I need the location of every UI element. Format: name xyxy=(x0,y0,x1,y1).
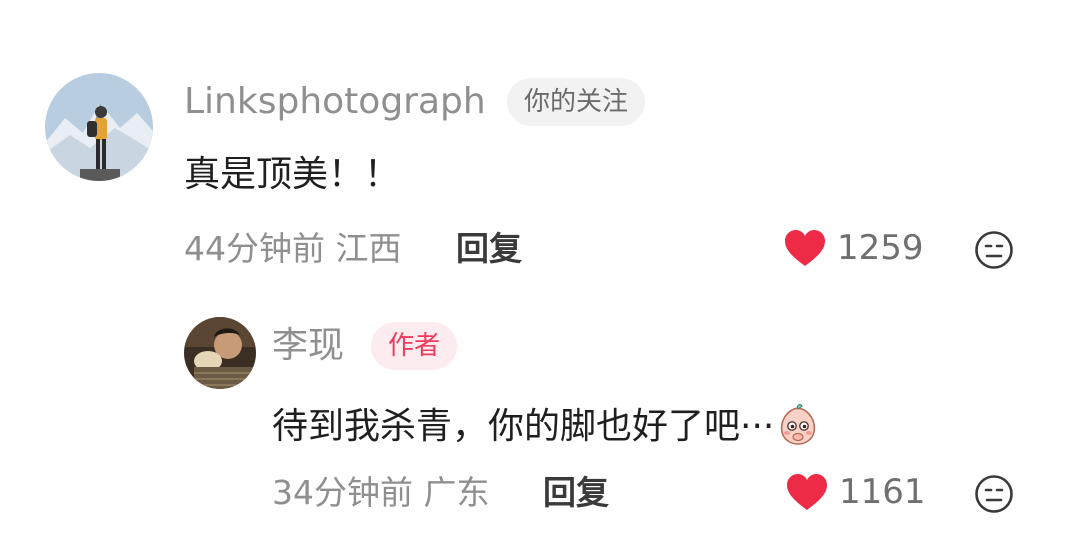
like-count: 1259 xyxy=(837,228,924,268)
comment-time-location: 34分钟前 广东 xyxy=(272,473,490,512)
shy-peach-sticker-icon xyxy=(776,402,820,446)
author-badge: 作者 xyxy=(371,322,458,370)
username[interactable]: 李现 xyxy=(272,328,344,364)
heart-icon xyxy=(785,472,829,512)
heart-icon xyxy=(783,228,827,268)
like-button[interactable]: 1161 xyxy=(785,472,926,512)
comment-text-content: 待到我杀青，你的脚也好了吧··· xyxy=(272,406,775,447)
dislike-button[interactable] xyxy=(974,474,1014,514)
dislike-face-icon xyxy=(974,474,1014,514)
avatar[interactable] xyxy=(184,317,256,389)
like-button[interactable]: 1259 xyxy=(783,228,924,268)
username[interactable]: Linksphotograph xyxy=(184,84,486,120)
avatar[interactable] xyxy=(45,73,153,181)
comment-text: 真是顶美！！ xyxy=(184,154,401,195)
comment-time-location: 44分钟前 江西 xyxy=(184,229,402,268)
dislike-face-icon xyxy=(974,230,1014,270)
dislike-button[interactable] xyxy=(974,230,1014,270)
reply-button[interactable]: 回复 xyxy=(456,232,522,265)
like-count: 1161 xyxy=(839,472,926,512)
reply-button[interactable]: 回复 xyxy=(543,476,609,509)
following-badge: 你的关注 xyxy=(507,78,646,126)
comment-text: 待到我杀青，你的脚也好了吧··· xyxy=(272,402,820,446)
